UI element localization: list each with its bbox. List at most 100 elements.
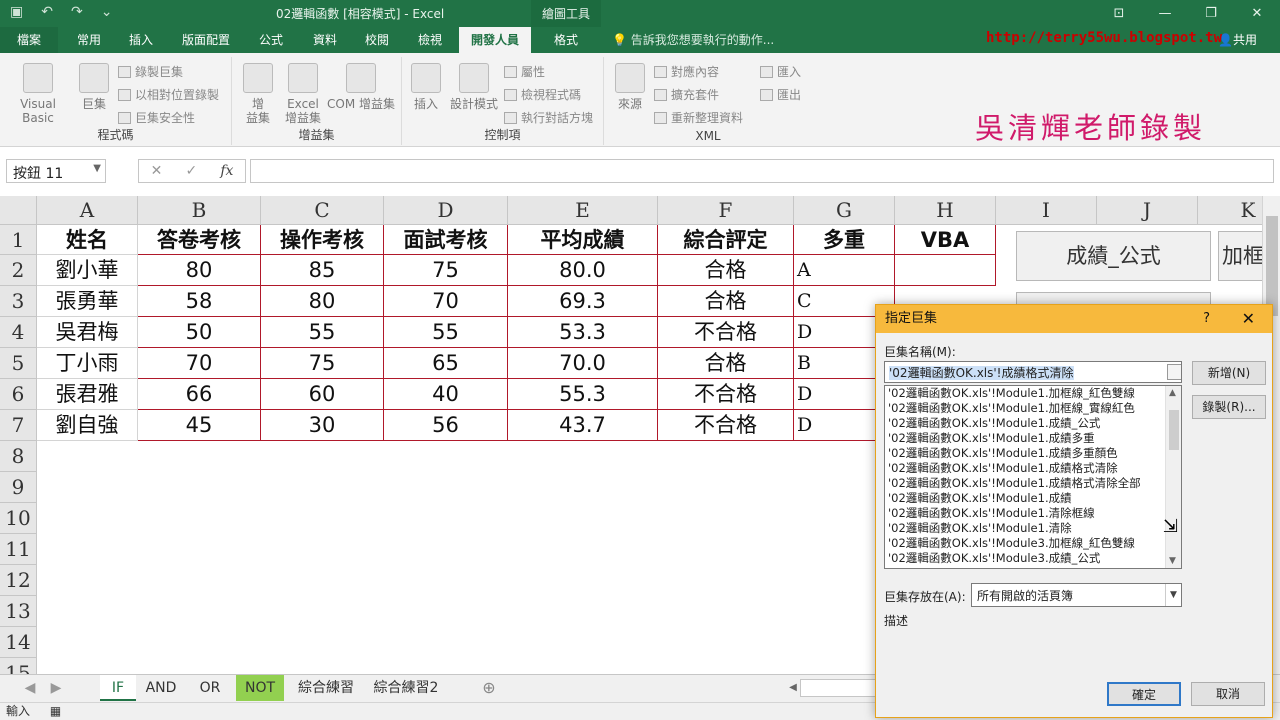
tab-file[interactable]: 檔案: [0, 27, 58, 53]
tab-format[interactable]: 格式: [538, 27, 594, 53]
macro-list-item[interactable]: '02邏輯函數OK.xls'!Module1.成績格式清除: [885, 461, 1181, 476]
sheet-tab-and[interactable]: AND: [138, 675, 184, 701]
table-cell[interactable]: 43.7: [508, 410, 658, 441]
row-header[interactable]: 9: [0, 472, 37, 503]
tab-insert[interactable]: 插入: [116, 27, 166, 53]
column-header[interactable]: F: [658, 196, 794, 225]
table-cell[interactable]: 不合格: [658, 317, 794, 348]
macro-record-icon[interactable]: ▦: [50, 704, 61, 718]
table-cell[interactable]: 80: [138, 255, 261, 286]
macro-list-item[interactable]: '02邏輯函數OK.xls'!Module1.加框線_實線紅色: [885, 401, 1181, 416]
row-header[interactable]: 14: [0, 627, 37, 658]
table-header-cell[interactable]: 答卷考核: [138, 225, 261, 255]
ribbon-options-icon[interactable]: ⊡: [1096, 0, 1142, 27]
enter-icon[interactable]: ✓: [185, 163, 197, 179]
select-all-corner[interactable]: [0, 196, 37, 225]
macro-list-scroll-thumb[interactable]: [1169, 410, 1179, 450]
sheet-tab-if[interactable]: IF: [100, 675, 136, 701]
table-cell[interactable]: 69.3: [508, 286, 658, 317]
table-header-cell[interactable]: 姓名: [37, 225, 138, 255]
column-header[interactable]: I: [996, 196, 1097, 225]
column-header[interactable]: J: [1097, 196, 1198, 225]
relative-ref-button[interactable]: 以相對位置錄製: [118, 86, 219, 103]
table-header-cell[interactable]: 面試考核: [384, 225, 508, 255]
row-header[interactable]: 1: [0, 225, 37, 255]
macro-list-item[interactable]: '02邏輯函數OK.xls'!Module1.成績多重顏色: [885, 446, 1181, 461]
table-cell[interactable]: 80.0: [508, 255, 658, 286]
range-select-icon[interactable]: [1167, 364, 1181, 380]
com-addins-button[interactable]: COM 增益集: [326, 63, 396, 111]
tab-review[interactable]: 校閱: [352, 27, 402, 53]
visual-basic-button[interactable]: Visual Basic: [4, 63, 72, 125]
row-header[interactable]: 12: [0, 565, 37, 596]
table-cell[interactable]: 56: [384, 410, 508, 441]
column-header[interactable]: K: [1198, 196, 1262, 225]
column-header[interactable]: E: [508, 196, 658, 225]
chevron-down-icon[interactable]: ▼: [93, 163, 101, 174]
macro-list-scrollbar[interactable]: ▲ ▼: [1165, 386, 1181, 568]
record-macro-dialog-button[interactable]: 錄製(R)...: [1192, 395, 1266, 419]
table-cell[interactable]: 40: [384, 379, 508, 410]
table-cell[interactable]: 吳君梅: [37, 317, 138, 348]
new-macro-button[interactable]: 新增(N): [1192, 361, 1266, 385]
sheet-tab-or[interactable]: OR: [190, 675, 230, 701]
table-cell[interactable]: 劉小華: [37, 255, 138, 286]
table-cell[interactable]: 85: [261, 255, 384, 286]
macro-list-item[interactable]: '02邏輯函數OK.xls'!Module3.加框線_紅色雙線: [885, 536, 1181, 551]
macros-button[interactable]: 巨集: [76, 63, 112, 111]
macro-list-item[interactable]: '02邏輯函數OK.xls'!Module1.成績多重: [885, 431, 1181, 446]
share-button[interactable]: 👤共用: [1218, 27, 1257, 53]
insert-function-icon[interactable]: fx: [220, 163, 233, 179]
table-cell[interactable]: 不合格: [658, 379, 794, 410]
table-header-cell[interactable]: 綜合評定: [658, 225, 794, 255]
view-code-button[interactable]: 檢視程式碼: [504, 86, 581, 103]
cancel-icon[interactable]: ✕: [151, 163, 163, 179]
macro-list-item[interactable]: '02邏輯函數OK.xls'!Module1.清除框線: [885, 506, 1181, 521]
scroll-down-icon[interactable]: ▼: [1169, 556, 1176, 566]
tab-page-layout[interactable]: 版面配置: [170, 27, 242, 53]
row-header[interactable]: 4: [0, 317, 37, 348]
scroll-thumb[interactable]: [1266, 216, 1278, 316]
macro-list-item[interactable]: '02邏輯函數OK.xls'!Module1.成績_公式: [885, 416, 1181, 431]
tab-formulas[interactable]: 公式: [246, 27, 296, 53]
table-header-cell[interactable]: 多重: [794, 225, 895, 255]
table-cell[interactable]: 65: [384, 348, 508, 379]
table-cell[interactable]: 53.3: [508, 317, 658, 348]
macro-list-item[interactable]: '02邏輯函數OK.xls'!Module1.清除: [885, 521, 1181, 536]
redo-icon[interactable]: ↷: [71, 4, 83, 20]
table-cell[interactable]: 55: [384, 317, 508, 348]
table-header-cell[interactable]: 操作考核: [261, 225, 384, 255]
tab-data[interactable]: 資料: [300, 27, 350, 53]
table-cell[interactable]: 丁小雨: [37, 348, 138, 379]
table-cell[interactable]: 劉自強: [37, 410, 138, 441]
add-sheet-icon[interactable]: ⊕: [478, 675, 500, 701]
table-cell[interactable]: 45: [138, 410, 261, 441]
column-header[interactable]: H: [895, 196, 996, 225]
scroll-up-icon[interactable]: ▲: [1169, 388, 1176, 398]
table-cell[interactable]: 合格: [658, 255, 794, 286]
macro-list[interactable]: '02邏輯函數OK.xls'!Module1.加框線_紅色雙線 '02邏輯函數OK…: [884, 385, 1182, 569]
table-cell[interactable]: 75: [384, 255, 508, 286]
row-header[interactable]: 8: [0, 441, 37, 472]
addins-button[interactable]: 增 益集: [238, 63, 278, 125]
table-cell[interactable]: 75: [261, 348, 384, 379]
table-cell[interactable]: 合格: [658, 286, 794, 317]
table-cell[interactable]: 80: [261, 286, 384, 317]
expansion-packs-button[interactable]: 擴充套件: [654, 86, 719, 103]
dialog-close-button[interactable]: ✕: [1242, 305, 1255, 333]
macro-security-button[interactable]: 巨集安全性: [118, 109, 195, 126]
tab-developer[interactable]: 開發人員: [459, 27, 531, 53]
table-cell[interactable]: 張君雅: [37, 379, 138, 410]
table-cell[interactable]: 66: [138, 379, 261, 410]
store-in-select[interactable]: 所有開啟的活頁簿 ▼: [971, 583, 1182, 607]
macro-list-item[interactable]: '02邏輯函數OK.xls'!Module3.成績_公式: [885, 551, 1181, 566]
run-dialog-button[interactable]: 執行對話方塊: [504, 109, 593, 126]
table-cell[interactable]: 合格: [658, 348, 794, 379]
row-header[interactable]: 5: [0, 348, 37, 379]
column-header[interactable]: C: [261, 196, 384, 225]
name-box[interactable]: 按鈕 11 ▼: [6, 159, 106, 183]
column-header[interactable]: B: [138, 196, 261, 225]
chevron-down-icon[interactable]: ▼: [1165, 584, 1181, 606]
save-icon[interactable]: ▣: [10, 4, 23, 20]
hscroll-left-icon[interactable]: ◀: [786, 675, 800, 701]
